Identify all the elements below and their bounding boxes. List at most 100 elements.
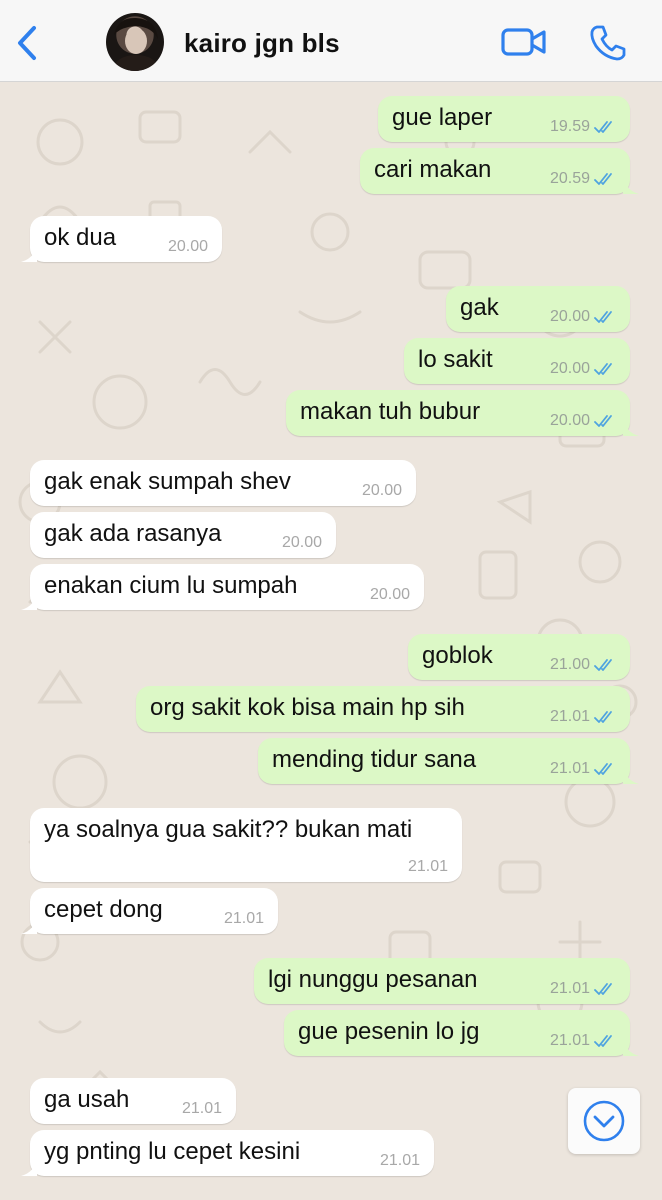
message-time: 21.01 [181,1100,222,1117]
outgoing-message[interactable]: gak 20.00 [446,286,630,332]
message-meta: 21.01 [380,1152,420,1170]
message-text: yg pnting lu cepet kesini [44,1138,301,1165]
message-text: mending tidur sana [272,746,477,773]
message-meta: 20.00 [362,482,402,500]
bubble-tail [21,244,37,262]
incoming-message[interactable]: cepet dong 21.01 [21,888,278,934]
chat-header: kairo jgn bls [0,0,662,82]
profile-photo-icon [112,17,160,71]
message-text: ok dua [44,224,117,251]
message-time: 20.59 [549,170,590,187]
message-time: 20.00 [361,482,402,499]
outgoing-message[interactable]: cari makan 20.59 [360,148,639,194]
message-time: 21.01 [549,1032,590,1049]
bubble-tail [623,418,639,436]
message-meta: 21.01 [550,708,616,726]
message-meta: 20.00 [370,586,410,604]
outgoing-message[interactable]: mending tidur sana 21.01 [258,738,639,784]
chevron-down-circle-icon [583,1100,625,1142]
message-meta: 20.00 [550,308,616,326]
message-meta: 19.59 [550,118,616,136]
message-meta: 21.01 [550,760,616,778]
outgoing-message[interactable]: gue pesenin lo jg 21.01 [284,1010,639,1056]
message-time: 20.00 [281,534,322,551]
outgoing-message[interactable]: makan tuh bubur 20.00 [286,390,639,436]
message-meta: 20.59 [550,170,616,188]
read-receipt-icon [594,659,612,671]
message-text: goblok [422,642,493,669]
message-text: enakan cium lu sumpah [44,572,298,599]
voice-call-button[interactable] [588,22,628,62]
read-receipt-icon [594,415,612,427]
read-receipt-icon [594,363,612,375]
chat-area[interactable]: gue laper 19.59 cari makan 20.59 ok dua 20.00… [0,82,662,1200]
video-camera-icon [501,28,546,56]
message-time: 20.00 [369,586,410,603]
message-meta: 21.00 [550,656,616,674]
message-time: 21.01 [379,1152,420,1169]
avatar[interactable] [106,13,164,71]
message-meta: 21.01 [224,910,264,928]
read-receipt-icon [594,1035,612,1047]
message-time: 21.01 [549,708,590,725]
incoming-message[interactable]: ok dua 20.00 [21,216,222,262]
message-time: 21.01 [549,760,590,777]
message-meta: 21.01 [182,1100,222,1118]
message-meta: 20.00 [550,412,616,430]
incoming-message[interactable]: ga usah 21.01 [30,1078,236,1124]
message-time: 21.00 [549,656,590,673]
read-receipt-icon [594,173,612,185]
bubble-tail [21,1158,37,1176]
chevron-left-icon [18,26,36,60]
message-text: lgi nunggu pesanan [268,966,478,993]
contact-name[interactable]: kairo jgn bls [184,28,340,59]
bubble-tail [623,766,639,784]
message-meta: 21.01 [408,858,448,876]
message-meta: 20.00 [168,238,208,256]
incoming-message[interactable]: enakan cium lu sumpah 20.00 [21,564,424,610]
bubble-tail [623,176,639,194]
message-meta: 20.00 [550,360,616,378]
phone-icon [590,25,626,61]
message-text: cari makan [374,156,492,183]
outgoing-message[interactable]: lgi nunggu pesanan 21.01 [254,958,630,1004]
message-text: gak [460,294,499,321]
message-text: gue laper [392,104,493,131]
outgoing-message[interactable]: goblok 21.00 [408,634,630,680]
message-time: 20.00 [167,238,208,255]
message-time: 21.01 [549,980,590,997]
bubble-tail [21,916,37,934]
message-time: 20.00 [549,308,590,325]
message-text: cepet dong [44,896,163,923]
read-receipt-icon [594,311,612,323]
message-text: gue pesenin lo jg [298,1018,480,1045]
message-time: 21.01 [407,858,448,875]
message-meta: 21.01 [550,980,616,998]
message-text: lo sakit [418,346,493,373]
outgoing-message[interactable]: gue laper 19.59 [378,96,630,142]
message-text: ya soalnya gua sakit?? bukan mati [44,816,413,843]
incoming-message[interactable]: gak ada rasanya 20.00 [30,512,336,558]
message-text: gak ada rasanya [44,520,222,547]
message-time: 19.59 [549,118,590,135]
outgoing-message[interactable]: lo sakit 20.00 [404,338,630,384]
message-time: 20.00 [549,412,590,429]
scroll-to-bottom-button[interactable] [568,1088,640,1154]
read-receipt-icon [594,711,612,723]
read-receipt-icon [594,121,612,133]
message-time: 21.01 [223,910,264,927]
message-meta: 20.00 [282,534,322,552]
incoming-message[interactable]: yg pnting lu cepet kesini 21.01 [21,1130,434,1176]
message-text: makan tuh bubur [300,398,481,425]
bubble-tail [21,592,37,610]
incoming-message[interactable]: ya soalnya gua sakit?? bukan mati 21.01 [30,808,462,882]
back-button[interactable] [10,22,46,64]
bubble-tail [623,1038,639,1056]
read-receipt-icon [594,983,612,995]
message-text: org sakit kok bisa main hp sih [150,694,465,721]
read-receipt-icon [594,763,612,775]
video-call-button[interactable] [500,24,548,60]
message-time: 20.00 [549,360,590,377]
outgoing-message[interactable]: org sakit kok bisa main hp sih 21.01 [136,686,630,732]
incoming-message[interactable]: gak enak sumpah shev 20.00 [30,460,416,506]
